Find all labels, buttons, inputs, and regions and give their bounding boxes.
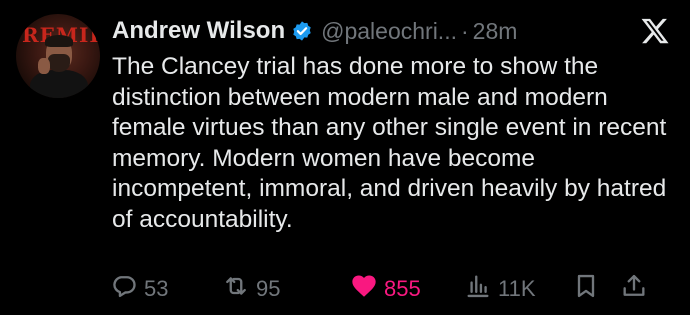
reply-button[interactable]: 53 xyxy=(110,272,222,306)
avatar-figure-body xyxy=(30,70,88,98)
bookmark-icon xyxy=(572,272,600,306)
views-bars-icon xyxy=(464,272,492,306)
avatar-figure-beard xyxy=(48,54,70,72)
tweet-text: The Clancey trial has done more to show … xyxy=(112,53,667,233)
x-logo-icon xyxy=(640,16,670,46)
retweet-count: 95 xyxy=(256,276,281,301)
share-icon xyxy=(620,272,648,306)
reply-count: 53 xyxy=(144,276,169,301)
like-count: 855 xyxy=(384,276,421,301)
like-button[interactable]: 855 xyxy=(350,272,464,306)
author-name[interactable]: Andrew Wilson xyxy=(112,17,285,45)
tweet-card[interactable]: REMIB Andrew Wilson @paleochri... · 28m … xyxy=(0,0,690,315)
bookmark-button[interactable] xyxy=(572,272,620,306)
retweet-icon xyxy=(222,272,250,306)
reply-bubble-icon xyxy=(110,272,138,306)
views-count: 11K xyxy=(498,276,536,301)
verified-badge-icon[interactable] xyxy=(291,20,313,42)
heart-icon xyxy=(350,272,378,306)
author-avatar[interactable]: REMIB xyxy=(16,14,100,98)
share-button[interactable] xyxy=(620,272,648,306)
retweet-button[interactable]: 95 xyxy=(222,272,350,306)
views-button[interactable]: 11K xyxy=(464,272,572,306)
tweet-header: Andrew Wilson @paleochri... · 28m xyxy=(112,14,674,48)
tweet-action-bar: 53 95 855 11K xyxy=(110,272,676,306)
avatar-figure-hair xyxy=(45,35,73,47)
header-separator: · xyxy=(460,17,469,44)
avatar-figure-hand xyxy=(38,58,50,74)
tweet-timestamp[interactable]: 28m xyxy=(473,18,518,45)
author-handle[interactable]: @paleochri... xyxy=(321,18,457,45)
